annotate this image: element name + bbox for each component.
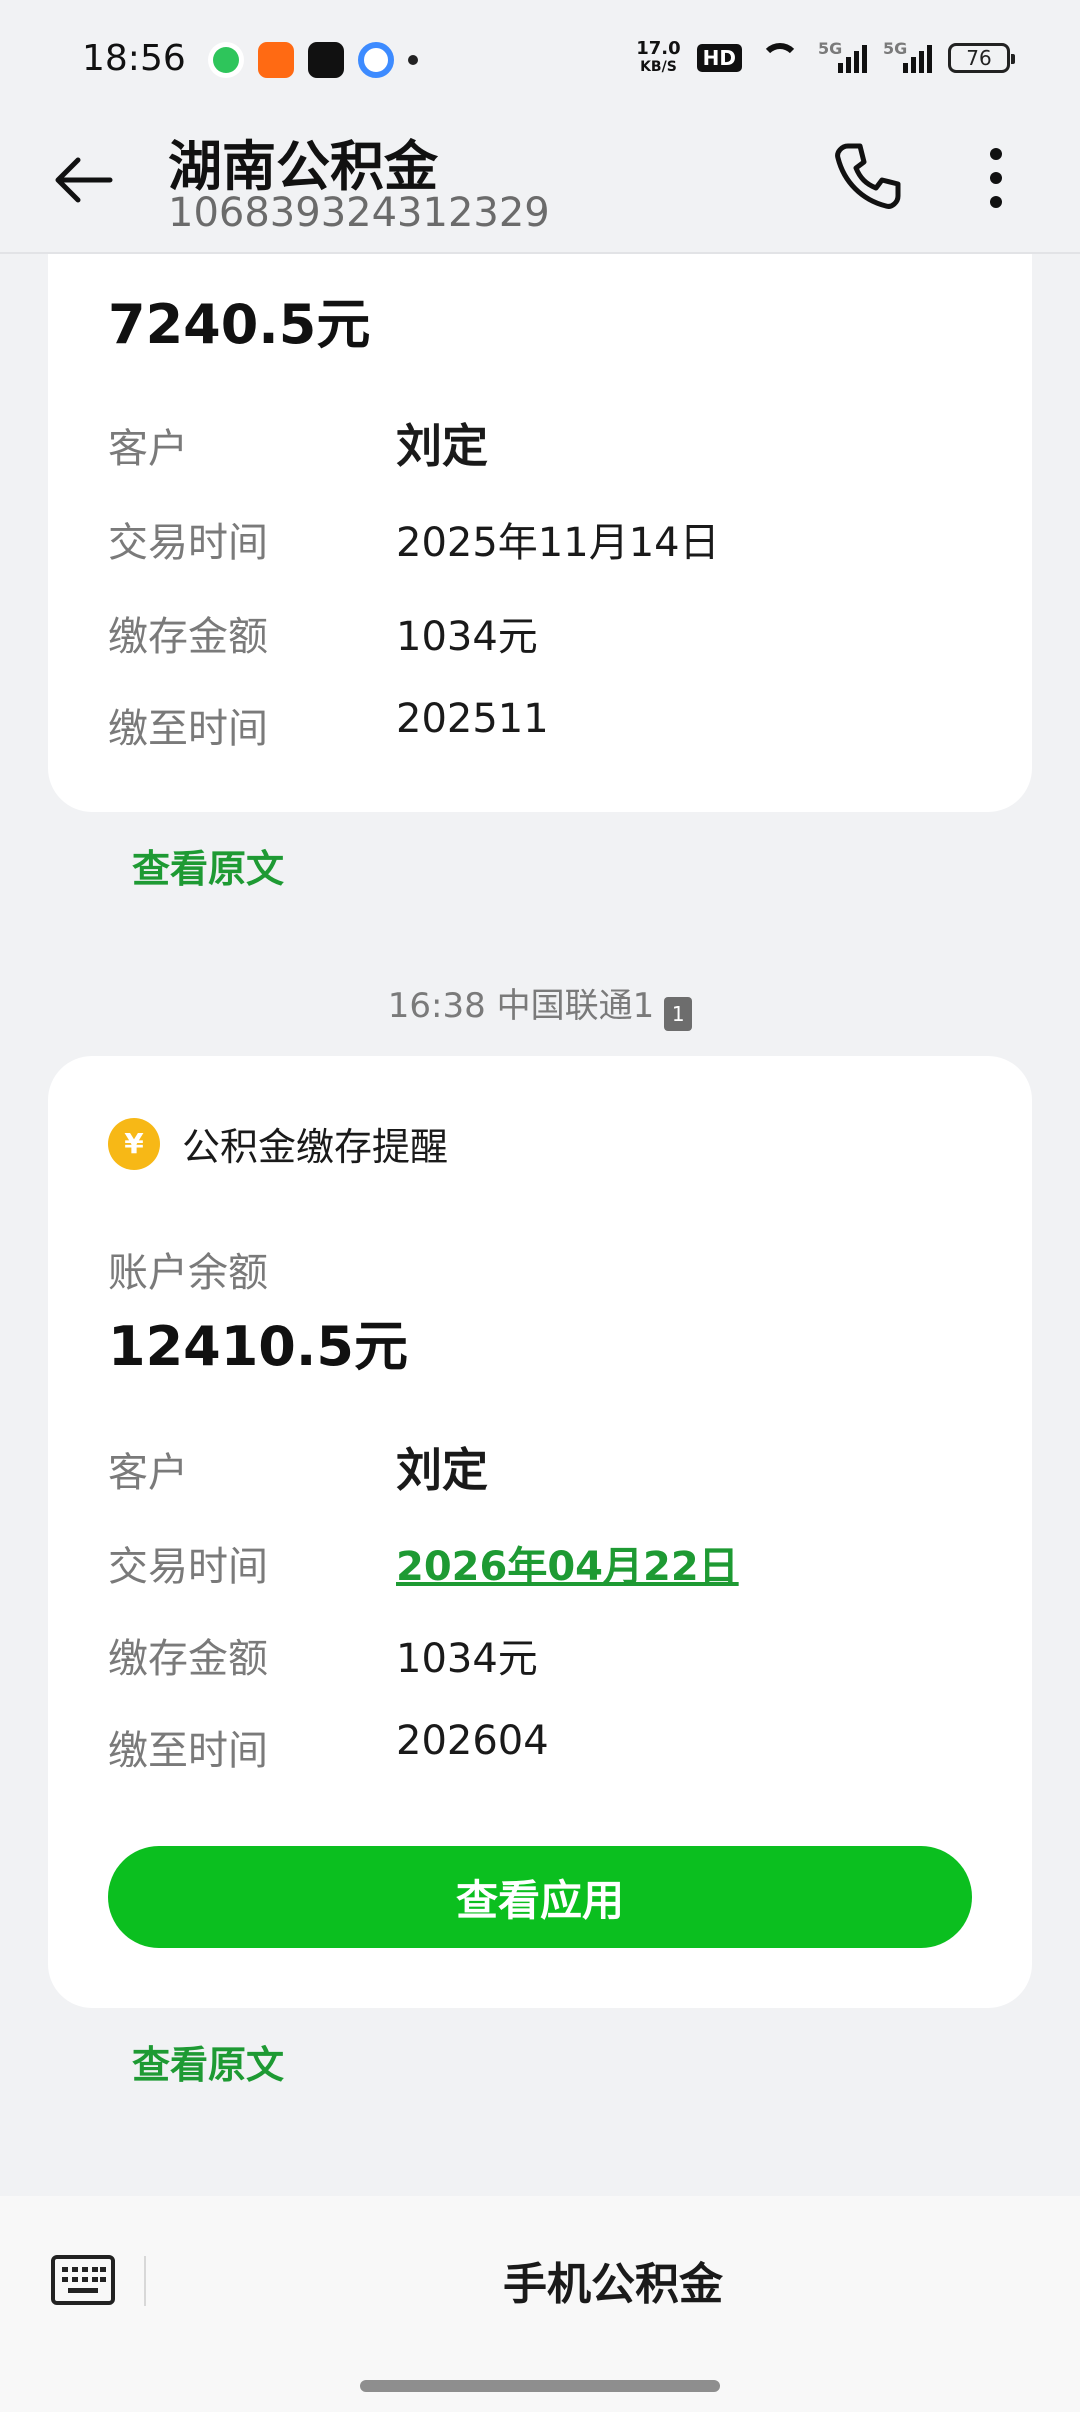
browser-app-icon [358,42,394,78]
signal-icon-sim1: 5G [818,39,867,73]
status-bar: 18:56 17.0 KB/S HD 5G 5G 76 [0,0,1080,120]
balance-value: 12410.5元 [108,1315,408,1378]
sim-card-icon: 1 [664,997,693,1031]
phone-icon [835,143,901,209]
transaction-date-link[interactable]: 2026年04月22日 [396,1534,739,1592]
arrow-left-icon [55,157,113,203]
call-button[interactable] [830,138,906,214]
field-label: 缴存金额 [108,614,268,660]
back-button[interactable] [48,144,120,216]
message-timestamp: 16:38 中国联通1 1 [0,978,1080,1031]
home-indicator[interactable] [360,2380,720,2392]
view-app-button[interactable]: 查看应用 [108,1846,972,1948]
field-value: 202604 [396,1718,549,1764]
balance-value: 7240.5元 [108,293,371,356]
field-label: 缴至时间 [108,706,268,752]
field-label: 客户 [108,1450,188,1496]
message-card-1[interactable]: 7240.5元 客户 刘定 交易时间 2025年11月14日 缴存金额 1034… [48,180,1032,812]
hd-voice-icon: HD [696,44,742,72]
view-original-link-2[interactable]: 查看原文 [132,2034,284,2089]
field-value: 刘定 [396,1443,488,1497]
sms-thread-screen: 18:56 17.0 KB/S HD 5G 5G 76 湖南公积金 106839… [0,0,1080,2412]
system-indicators: 17.0 KB/S HD 5G 5G 76 [636,38,1015,76]
field-label: 缴至时间 [108,1728,268,1774]
more-vertical-icon [990,148,1002,208]
balance-label: 账户余额 [108,1250,268,1296]
network-speed: 17.0 KB/S [636,38,681,76]
field-label: 客户 [108,426,188,472]
conversation-header: 湖南公积金 106839324312329 [0,120,1080,254]
field-label: 缴存金额 [108,1636,268,1682]
field-value: 2025年11月14日 [396,520,720,566]
card-header: ¥ 公积金缴存提醒 [108,1116,448,1171]
notification-icons [208,42,418,78]
message-app-icon [208,42,244,78]
more-options-button[interactable] [966,140,1026,216]
bottom-menu-bar: 手机公积金 [0,2196,1080,2412]
view-original-link-1[interactable]: 查看原文 [132,838,284,893]
field-value: 1034元 [396,614,538,660]
field-value: 202511 [396,696,549,742]
field-label: 交易时间 [108,1544,268,1590]
keyboard-toggle-button[interactable] [50,2254,116,2306]
menu-item-mobile-fund[interactable]: 手机公积金 [146,2248,1080,2312]
field-label: 交易时间 [108,520,268,566]
battery-icon: 76 [948,43,1015,73]
message-card-2[interactable]: ¥ 公积金缴存提醒 账户余额 12410.5元 客户 刘定 交易时间 2026年… [48,1056,1032,2008]
status-time: 18:56 [82,38,186,79]
taobao-app-icon [258,42,294,78]
card-title: 公积金缴存提醒 [182,1125,449,1169]
contact-number: 106839324312329 [168,190,550,236]
field-value: 刘定 [396,419,488,473]
wifi-icon [758,43,802,73]
tiktok-app-icon [308,42,344,78]
more-notifications-icon [408,55,418,65]
yen-coin-icon: ¥ [108,1117,160,1170]
field-value: 1034元 [396,1636,538,1682]
signal-icon-sim2: 5G [883,39,932,73]
keyboard-icon [51,2255,115,2305]
